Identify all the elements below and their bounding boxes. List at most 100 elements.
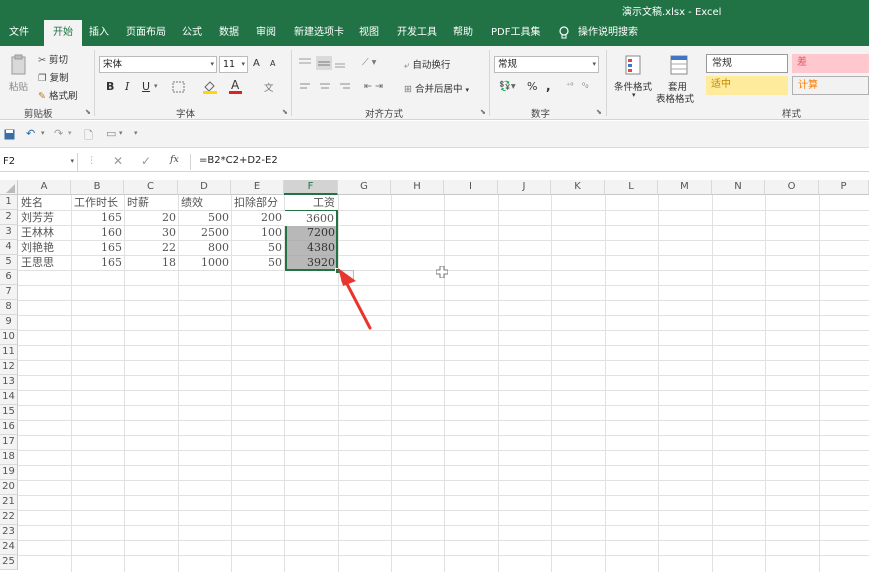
column-header-p[interactable]: P [819,180,869,195]
cell-f2[interactable]: 3600 [284,211,336,226]
italic-button[interactable]: I [125,80,129,93]
cell-f1[interactable]: 工资 [311,195,337,210]
tab-page-layout[interactable]: 页面布局 [126,20,166,46]
cell-b2[interactable]: 165 [71,210,124,225]
row-header[interactable]: 5 [0,255,18,270]
cell-f3[interactable]: 7200 [284,225,337,240]
row-header[interactable]: 19 [0,465,18,480]
column-header-a[interactable]: A [18,180,71,195]
border-icon[interactable] [172,81,186,93]
formula-input[interactable]: =B2*C2+D2-E2 [199,155,278,166]
cell-e4[interactable]: 50 [231,240,284,255]
cell-c4[interactable]: 22 [124,240,178,255]
cell-f4[interactable]: 4380 [284,240,337,255]
row-header[interactable]: 22 [0,510,18,525]
cell-d5[interactable]: 1000 [178,255,231,270]
chevron-down-icon[interactable]: ▾ [632,91,636,99]
number-format-combo[interactable]: 常规 ▾ [494,56,599,73]
select-all-corner[interactable] [0,180,18,195]
row-header[interactable]: 23 [0,525,18,540]
cell-d3[interactable]: 2500 [178,225,231,240]
tab-file[interactable]: 文件 [9,20,29,46]
decimal-increase-icon[interactable]: ⁺⁰ [566,81,573,90]
cell-e3[interactable]: 100 [231,225,284,240]
row-header[interactable]: 21 [0,495,18,510]
tab-developer[interactable]: 开发工具 [397,20,437,46]
style-calculation[interactable]: 计算 [792,76,869,95]
tell-me-search[interactable]: 操作说明搜索 [578,20,638,46]
row-header[interactable]: 18 [0,450,18,465]
column-header-e[interactable]: E [231,180,284,195]
row-header[interactable]: 2 [0,210,18,225]
wrap-text-button[interactable]: ⤶ 自动换行 [404,57,450,71]
row-header[interactable]: 17 [0,435,18,450]
grow-font-button[interactable]: A [253,58,260,69]
percent-button[interactable]: % [527,80,537,93]
undo-icon[interactable]: ↶ [26,127,35,140]
bold-button[interactable]: B [106,80,114,93]
font-size-combo[interactable]: 11 ▾ [219,56,248,73]
row-header[interactable]: 10 [0,330,18,345]
print-preview-icon[interactable]: 🗋 [84,127,93,146]
style-bad[interactable]: 差 [792,54,869,73]
row-header[interactable]: 15 [0,405,18,420]
row-header[interactable]: 11 [0,345,18,360]
row-header[interactable]: 12 [0,360,18,375]
cell-b3[interactable]: 160 [71,225,124,240]
row-header[interactable]: 8 [0,300,18,315]
enter-icon[interactable]: ✓ [141,154,151,168]
row-header[interactable]: 7 [0,285,18,300]
cut-button[interactable]: ✂ 剪切 [38,52,68,66]
cell-a5[interactable]: 王思思 [19,255,56,270]
currency-icon[interactable]: 💱▾ [499,81,516,92]
column-header-o[interactable]: O [765,180,819,195]
comma-button[interactable]: , [546,79,551,93]
tab-view[interactable]: 视图 [359,20,379,46]
cell-a4[interactable]: 刘艳艳 [19,240,56,255]
tab-home[interactable]: 开始 [44,20,82,46]
cell-c3[interactable]: 30 [124,225,178,240]
underline-button[interactable]: U [142,80,150,93]
customize-qat-icon[interactable]: ▾ [134,129,138,137]
row-header[interactable]: 25 [0,555,18,570]
column-header-i[interactable]: I [444,180,498,195]
row-header[interactable]: 14 [0,390,18,405]
cell-e2[interactable]: 200 [231,210,284,225]
name-box[interactable]: F2 ▾ [0,153,78,171]
fill-color-icon[interactable] [202,79,218,94]
tab-pdf-tools[interactable]: PDF工具集 [491,20,540,46]
screen-icon[interactable]: ▭ [106,127,116,140]
format-painter-button[interactable]: ✎ 格式刷 [38,88,78,102]
row-header[interactable]: 20 [0,480,18,495]
clipboard-launcher-icon[interactable]: ⬊ [85,108,91,116]
column-header-c[interactable]: C [124,180,178,195]
cell-a2[interactable]: 刘芳芳 [19,210,56,225]
row-header[interactable]: 4 [0,240,18,255]
cell-d2[interactable]: 500 [178,210,231,225]
row-header[interactable]: 1 [0,195,18,210]
cell-d1[interactable]: 绩效 [179,195,205,210]
row-header[interactable]: 16 [0,420,18,435]
horizontal-align-icons[interactable] [300,82,360,92]
chevron-down-icon[interactable]: ▾ [41,129,45,137]
cell-e1[interactable]: 扣除部分 [232,195,280,210]
chevron-down-icon[interactable]: ▾ [68,129,72,137]
column-header-k[interactable]: K [551,180,605,195]
tab-review[interactable]: 审阅 [256,20,276,46]
cancel-icon[interactable]: ✕ [113,154,123,168]
tab-insert[interactable]: 插入 [89,20,109,46]
vertical-align-icons[interactable] [298,56,346,70]
redo-icon[interactable]: ↷ [54,127,63,140]
insert-function-button[interactable]: fx [170,154,179,165]
indent-icon[interactable]: ⇤ ⇥ [364,81,383,92]
column-header-j[interactable]: J [498,180,551,195]
paste-button[interactable]: 粘贴 [9,79,28,93]
column-header-d[interactable]: D [178,180,231,195]
copy-button[interactable]: ❐ 复制 [38,70,69,84]
cell-e5[interactable]: 50 [231,255,284,270]
column-header-g[interactable]: G [338,180,391,195]
cell-b5[interactable]: 165 [71,255,124,270]
column-header-f[interactable]: F [284,180,338,195]
cell-a3[interactable]: 王林林 [19,225,56,240]
font-name-combo[interactable]: 宋体 ▾ [99,56,217,73]
